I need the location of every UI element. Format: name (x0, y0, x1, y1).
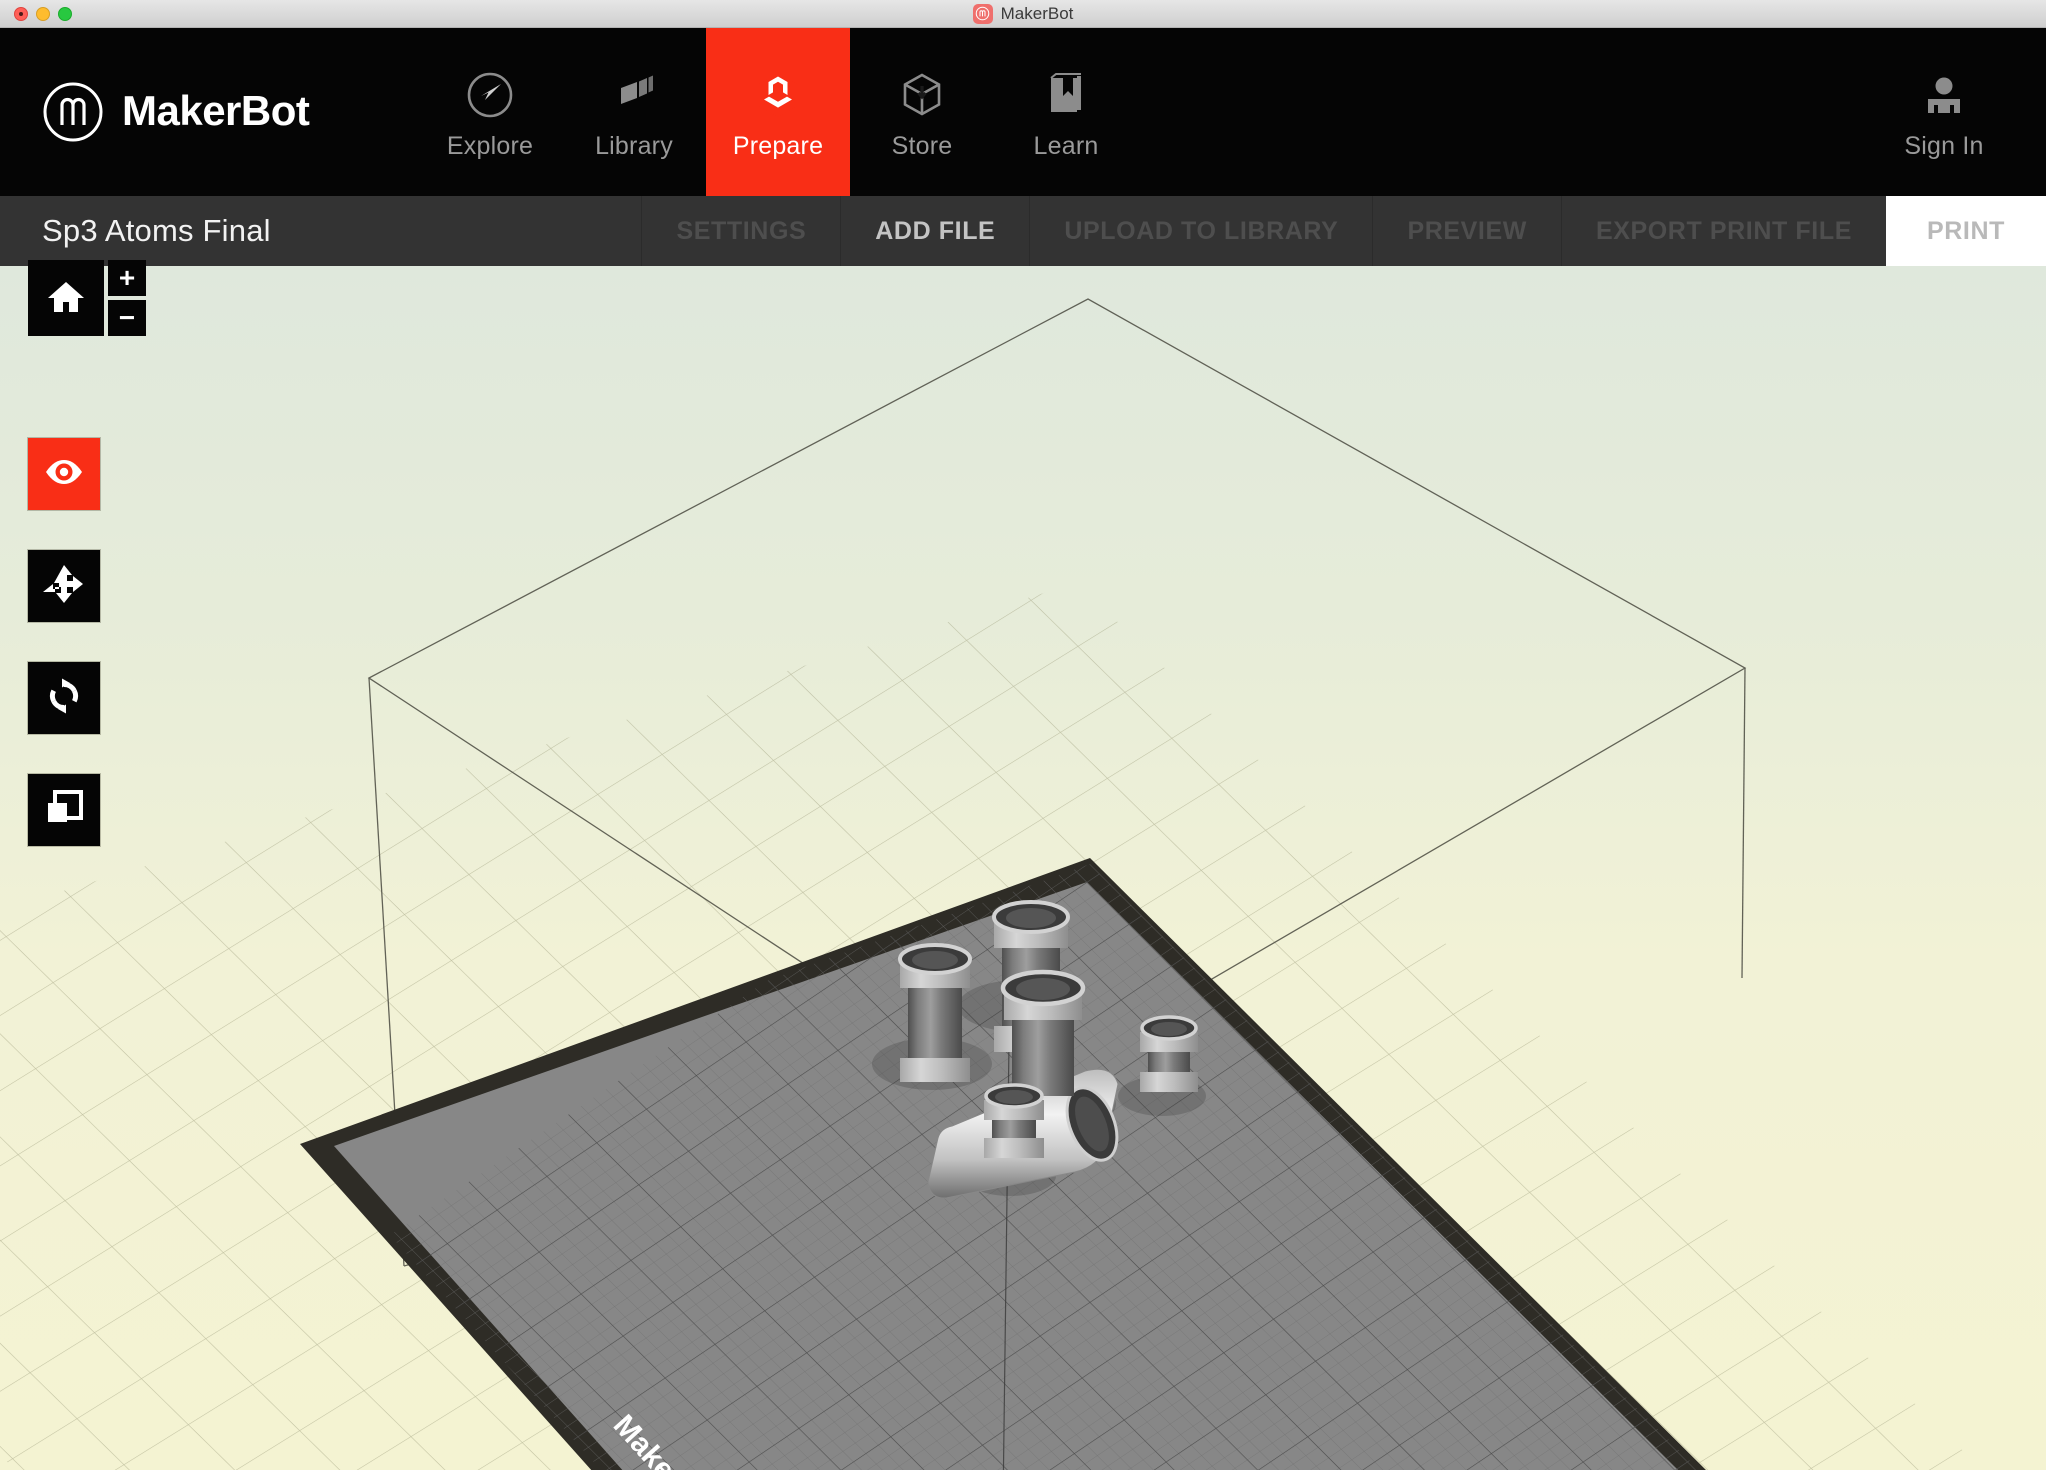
window-controls[interactable] (14, 0, 72, 28)
brand-logo[interactable]: MakerBot (0, 28, 400, 196)
view-controls-group: + − (28, 260, 146, 336)
project-toolbar: Sp3 Atoms Final SETTINGS ADD FILE UPLOAD… (0, 196, 2046, 266)
tool-move[interactable] (28, 550, 100, 622)
model-cylinder-4[interactable] (1140, 1017, 1198, 1092)
zoom-out-button[interactable]: − (108, 300, 146, 336)
nav-label-learn: Learn (1034, 132, 1099, 161)
svg-text:MakerBot: MakerBot (122, 88, 310, 134)
tool-rotate[interactable] (28, 662, 100, 734)
zoom-in-button[interactable]: + (108, 260, 146, 296)
tab-settings[interactable]: SETTINGS (641, 196, 840, 266)
nav-item-explore[interactable]: Explore (418, 28, 562, 196)
makerbot-circle-m-logo (42, 81, 104, 143)
makerbot-hexagon-icon (751, 64, 805, 122)
window-title-text: MakerBot (1001, 4, 1074, 24)
nav-spacer (1138, 28, 1866, 196)
project-filename[interactable]: Sp3 Atoms Final (0, 196, 271, 266)
nav-item-library[interactable]: Library (562, 28, 706, 196)
nav-label-store: Store (892, 132, 953, 161)
cube-box-download-icon (895, 64, 949, 122)
sign-in-button[interactable]: Sign In (1866, 28, 2022, 196)
tool-scale[interactable] (28, 774, 100, 846)
nav-item-prepare[interactable]: Prepare (706, 28, 850, 196)
person-avatar-icon (1919, 64, 1969, 122)
eye-view-icon (42, 450, 86, 499)
home-icon (44, 274, 88, 323)
tab-preview[interactable]: PREVIEW (1372, 196, 1561, 266)
tab-upload-to-library[interactable]: UPLOAD TO LIBRARY (1029, 196, 1372, 266)
left-tool-rail: + − (0, 266, 190, 1470)
stacked-pages-icon (607, 64, 661, 122)
print-button[interactable]: PRINT (1886, 196, 2046, 266)
book-bookmark-icon (1039, 64, 1093, 122)
toolbar-actions: SETTINGS ADD FILE UPLOAD TO LIBRARY PREV… (641, 196, 2046, 266)
tab-export-print-file[interactable]: EXPORT PRINT FILE (1561, 196, 1886, 266)
main-navigation-bar: MakerBot Explore Library (0, 28, 2046, 196)
four-way-arrows-icon (42, 562, 86, 611)
maximize-button[interactable] (58, 7, 72, 21)
toolbar-spacer (271, 196, 642, 266)
brand-wordmark: MakerBot (122, 88, 370, 136)
tool-view[interactable] (28, 438, 100, 510)
window-titlebar: MakerBot (0, 0, 2046, 28)
home-view-button[interactable] (28, 260, 104, 336)
makerbot-m-icon (973, 4, 993, 24)
nav-label-prepare: Prepare (733, 132, 823, 161)
model-cylinder-2[interactable] (900, 945, 970, 1082)
compass-navigate-icon (463, 64, 517, 122)
zoom-controls: + − (108, 260, 146, 336)
nav-label-explore: Explore (447, 132, 533, 161)
close-button[interactable] (14, 7, 28, 21)
3d-viewport[interactable]: MakerBot (0, 266, 2046, 1470)
tab-add-file[interactable]: ADD FILE (840, 196, 1029, 266)
nav-item-learn[interactable]: Learn (994, 28, 1138, 196)
model-cylinder-3[interactable] (1003, 972, 1083, 1096)
nav-item-store[interactable]: Store (850, 28, 994, 196)
3d-scene: MakerBot (0, 266, 2046, 1470)
nav-items: Explore Library Prepare (418, 28, 1138, 196)
sign-in-label: Sign In (1904, 132, 1983, 161)
window-title-group: MakerBot (0, 4, 2046, 24)
model-cylinder-5[interactable] (984, 1085, 1044, 1158)
nav-label-library: Library (595, 132, 673, 161)
circular-arrows-icon (42, 674, 86, 723)
minimize-button[interactable] (36, 7, 50, 21)
nested-squares-icon (42, 786, 86, 835)
